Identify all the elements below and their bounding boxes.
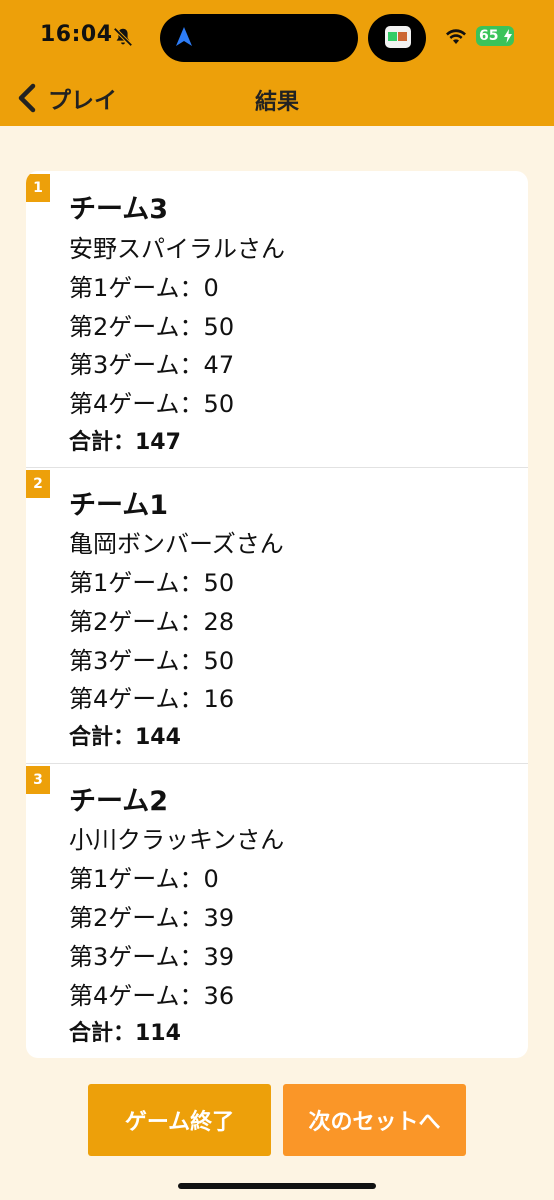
game-score: 第3ゲーム：50: [69, 647, 235, 675]
member-name: 亀岡ボンバーズさん: [69, 530, 284, 558]
team-name: チーム1: [69, 490, 168, 521]
live-activity-thumbnail[interactable]: [368, 14, 426, 62]
result-row: 2 チーム1 亀岡ボンバーズさん 第1ゲーム：50 第2ゲーム：28 第3ゲーム…: [26, 467, 528, 764]
game-score: 第2ゲーム：28: [69, 608, 235, 636]
team-name: チーム2: [69, 786, 168, 817]
battery-level: 65: [479, 28, 499, 44]
game-score: 第2ゲーム：39: [69, 904, 235, 932]
navigation-bar: プレイ 結果: [0, 72, 554, 126]
game-score: 第4ゲーム：16: [69, 685, 235, 713]
game-score: 第3ゲーム：47: [69, 351, 235, 379]
member-name: 安野スパイラルさん: [69, 235, 285, 263]
end-game-button[interactable]: ゲーム終了: [88, 1084, 271, 1156]
member-name: 小川クラッキンさん: [69, 826, 285, 854]
dynamic-island: [160, 14, 358, 62]
game-score: 第4ゲーム：36: [69, 982, 235, 1010]
wifi-icon: [446, 29, 466, 44]
next-set-button[interactable]: 次のセットへ: [283, 1084, 466, 1156]
game-score: 第4ゲーム：50: [69, 390, 235, 418]
team-name: チーム3: [69, 194, 168, 225]
results-list: 1 チーム3 安野スパイラルさん 第1ゲーム：0 第2ゲーム：50 第3ゲーム：…: [26, 171, 528, 1058]
location-arrow-icon: [176, 27, 192, 46]
game-score: 第3ゲーム：39: [69, 943, 235, 971]
total-score: 合計：114: [69, 1021, 181, 1046]
status-time: 16:04: [40, 22, 113, 47]
game-score: 第1ゲーム：50: [69, 569, 235, 597]
status-bar: 16:04 65: [0, 0, 554, 72]
game-score: 第1ゲーム：0: [69, 865, 219, 893]
total-score: 合計：144: [69, 725, 181, 750]
game-score: 第1ゲーム：0: [69, 274, 219, 302]
game-score: 第2ゲーム：50: [69, 313, 235, 341]
rank-badge: 1: [26, 174, 50, 202]
page-title: 結果: [254, 90, 299, 115]
battery-charging-icon: [504, 29, 512, 43]
battery-indicator: 65: [476, 26, 514, 46]
bell-slash-icon: [113, 27, 133, 47]
rank-badge: 2: [26, 470, 50, 498]
result-row: 1 チーム3 安野スパイラルさん 第1ゲーム：0 第2ゲーム：50 第3ゲーム：…: [26, 171, 528, 468]
home-indicator[interactable]: [178, 1183, 376, 1189]
rank-badge: 3: [26, 766, 50, 794]
total-score: 合計：147: [69, 430, 181, 455]
app-thumbnail-image: [385, 26, 411, 48]
result-row: 3 チーム2 小川クラッキンさん 第1ゲーム：0 第2ゲーム：39 第3ゲーム：…: [26, 763, 528, 1058]
